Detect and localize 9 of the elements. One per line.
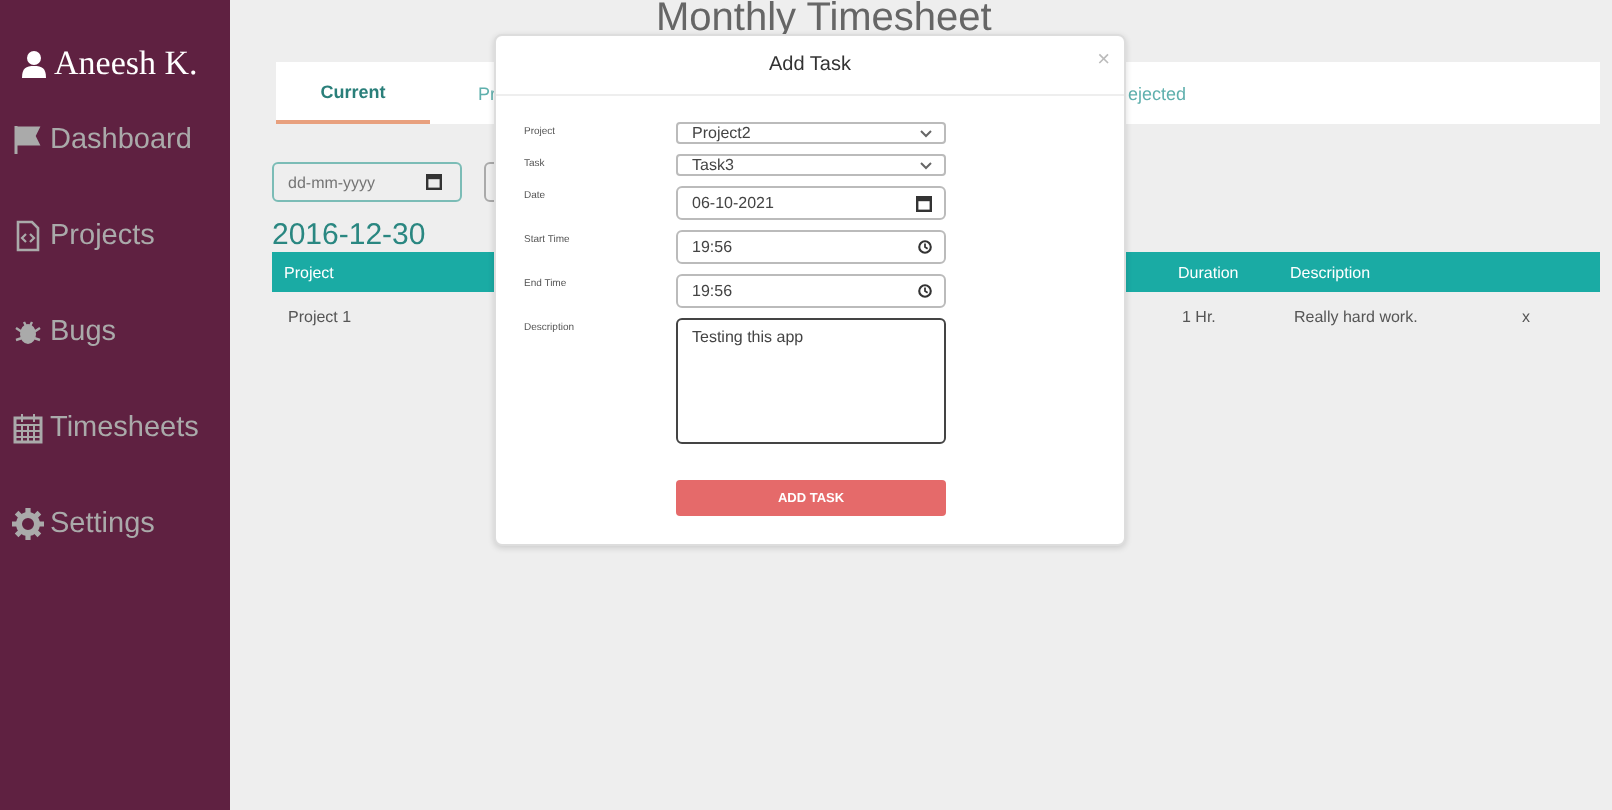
user-name: Aneesh K. (54, 44, 198, 84)
table-cell: Really hard work. (1294, 307, 1418, 325)
page-title: Monthly Timesheet (656, 0, 992, 36)
table-cell: 1 Hr. (1182, 307, 1216, 325)
dialog-title: Add Task (769, 54, 851, 76)
column-header: Description (1278, 252, 1506, 292)
column-header: Duration (1166, 252, 1278, 292)
date-heading: 2016-12-30 (272, 220, 426, 250)
table-cell: Project 1 (288, 307, 352, 325)
